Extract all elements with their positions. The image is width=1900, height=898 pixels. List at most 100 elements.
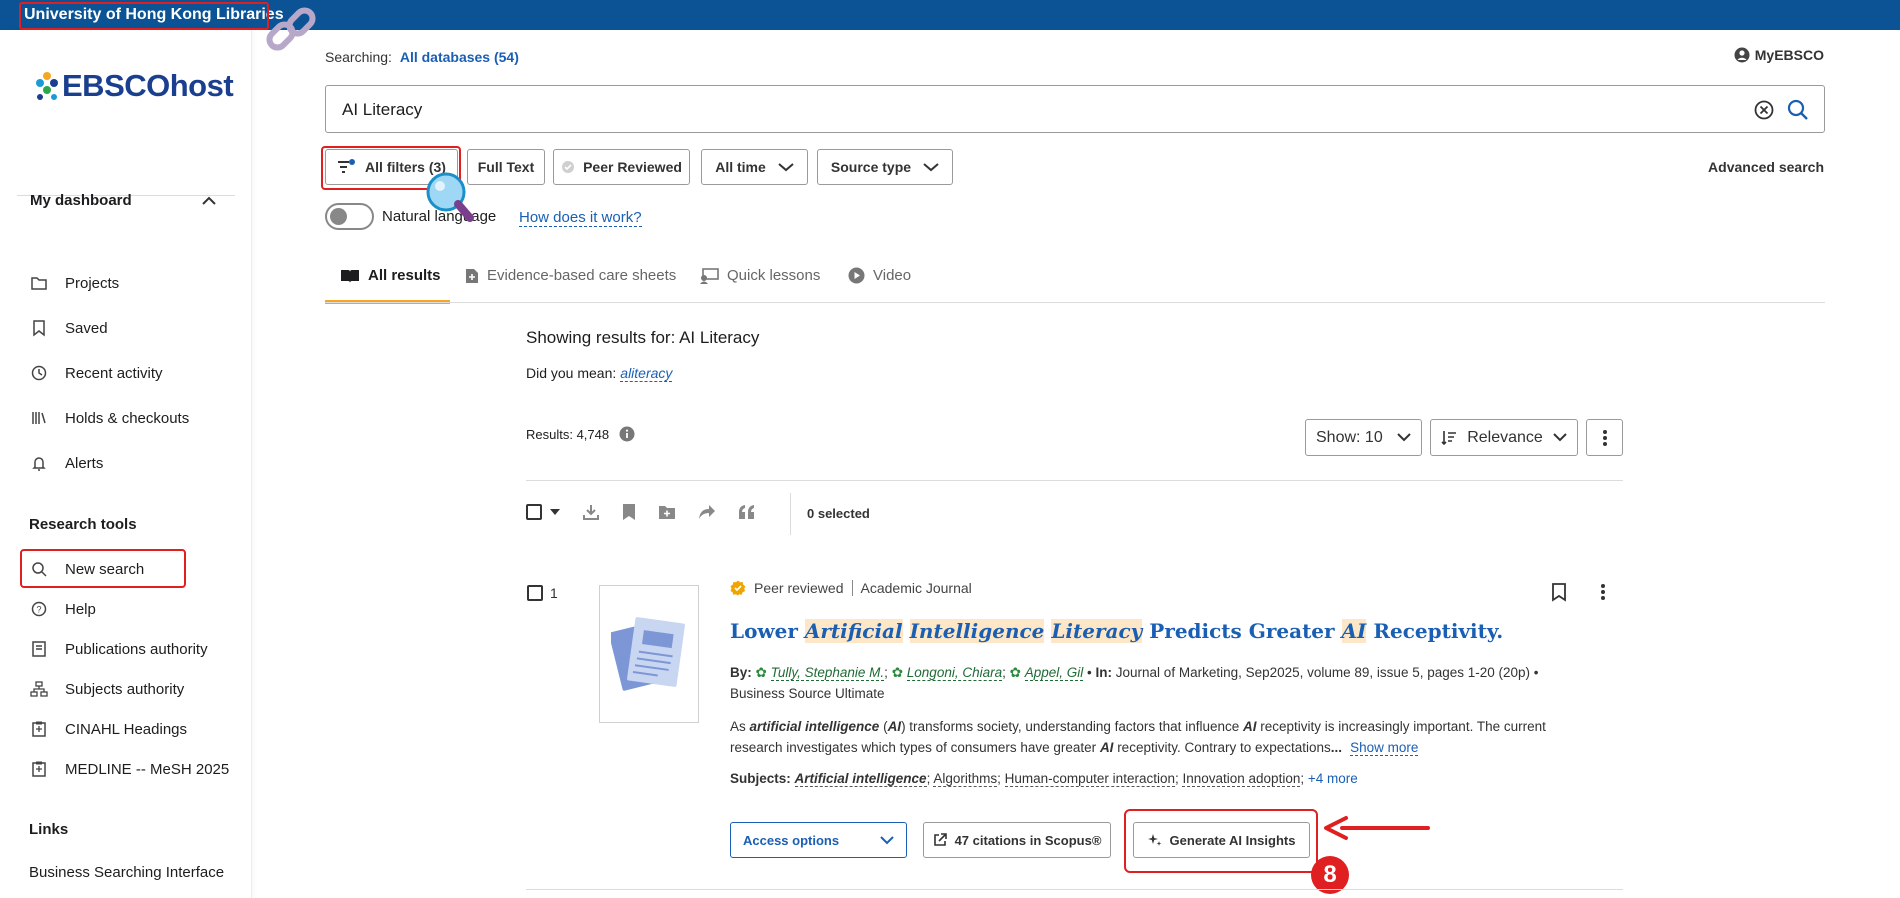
source-type-dropdown[interactable]: Source type [817, 149, 953, 185]
clear-icon[interactable] [1754, 100, 1774, 120]
folder-add-icon[interactable] [658, 504, 676, 520]
title-highlight: Artificial [804, 619, 903, 643]
sidebar-item-label: MEDLINE -- MeSH 2025 [65, 760, 230, 778]
search-input[interactable]: AI Literacy [325, 85, 1825, 133]
show-count-label: Show: 10 [1316, 428, 1383, 446]
dashboard-header[interactable]: My dashboard [30, 192, 216, 209]
research-tools-title: Research tools [29, 516, 137, 533]
tab-video[interactable]: Video [848, 267, 911, 284]
sidebar-item-publications-authority[interactable]: Publications authority [30, 640, 208, 658]
highlight-box-generate-ai [1124, 809, 1318, 873]
title-text: Lower [730, 619, 805, 643]
record-byline: By: ✿ Tully, Stephanie M.; ✿ Longoni, Ch… [730, 665, 1539, 701]
title-highlight: AI [1341, 619, 1367, 643]
sidebar-item-medline-mesh[interactable]: MEDLINE -- MeSH 2025 [30, 760, 229, 778]
natural-language-toggle[interactable] [325, 203, 374, 230]
scopus-citations-button[interactable]: 47 citations in Scopus® [923, 822, 1111, 858]
sidebar-item-recent-activity[interactable]: Recent activity [30, 364, 163, 382]
subject-link[interactable]: Artificial intelligence [794, 771, 927, 787]
lesson-icon [700, 267, 719, 284]
share-icon[interactable] [698, 504, 716, 520]
in-label: In: [1095, 665, 1113, 680]
info-icon[interactable] [619, 426, 635, 442]
record-checkbox[interactable] [527, 585, 543, 601]
tab-evidence-based-care-sheets[interactable]: Evidence-based care sheets [465, 267, 676, 284]
tab-quick-lessons[interactable]: Quick lessons [699, 267, 820, 284]
svg-text:?: ? [36, 605, 41, 615]
all-time-dropdown[interactable]: All time [701, 149, 808, 185]
access-options-button[interactable]: Access options [730, 822, 907, 858]
advanced-search-link[interactable]: Advanced search [1708, 159, 1824, 175]
sidebar-item-label: Saved [65, 319, 108, 337]
link-chain-icon [266, 7, 316, 51]
sort-icon [1441, 430, 1456, 445]
title-text: Receptivity. [1366, 619, 1504, 643]
selected-count: 0 selected [807, 506, 870, 521]
sidebar-item-holds[interactable]: Holds & checkouts [30, 409, 189, 427]
show-count-select[interactable]: Show: 10 [1305, 419, 1422, 456]
publication-icon [32, 641, 46, 657]
sort-select[interactable]: Relevance [1430, 419, 1578, 456]
how-does-it-work-link[interactable]: How does it work? [519, 209, 642, 227]
sidebar-item-cinahl-headings[interactable]: CINAHL Headings [30, 720, 187, 738]
pointer-arrow-icon [1324, 816, 1430, 840]
record-thumbnail[interactable] [599, 585, 699, 723]
ebscohost-logo[interactable]: EBSCOhost [36, 68, 234, 104]
sidebar-item-alerts[interactable]: Alerts [30, 454, 103, 472]
sort-label: Relevance [1467, 428, 1543, 446]
chevron-down-icon [923, 163, 939, 172]
bell-icon [32, 457, 46, 471]
select-all-checkbox[interactable] [526, 504, 542, 520]
sidebar-link-business-searching[interactable]: Business Searching Interface [29, 864, 224, 881]
search-icon[interactable] [1786, 98, 1810, 122]
subject-link[interactable]: Innovation adoption [1182, 771, 1301, 787]
did-you-mean-label: Did you mean: [526, 365, 617, 381]
record-divider [526, 889, 1623, 890]
record-subjects: Subjects: Artificial intelligence; Algor… [730, 771, 1358, 787]
title-highlight: Intelligence [909, 619, 1045, 643]
sidebar-item-label: Publications authority [65, 640, 208, 658]
sidebar-item-label: Help [65, 600, 96, 618]
bookmark-icon[interactable] [1551, 582, 1567, 602]
abstract-text: As [730, 719, 750, 734]
author-link[interactable]: Longoni, Chiara [906, 665, 1003, 681]
download-icon[interactable] [582, 503, 600, 521]
quote-icon[interactable] [738, 504, 756, 520]
myebsco-button[interactable]: MyEBSCO [1734, 47, 1824, 63]
sidebar-item-subjects-authority[interactable]: Subjects authority [30, 680, 184, 698]
peer-reviewed-badge-icon [730, 580, 746, 596]
sidebar-item-projects[interactable]: Projects [30, 274, 119, 292]
logo-text: EBSCOhost [62, 68, 234, 103]
sidebar-item-label: Projects [65, 274, 120, 292]
peer-reviewed-label: Peer reviewed [754, 580, 844, 596]
abstract-text: ) transforms society, understanding fact… [901, 719, 1243, 734]
record-meta: Peer reviewed Academic Journal [730, 580, 972, 596]
more-subjects-link[interactable]: +4 more [1308, 771, 1358, 786]
author-link[interactable]: Tully, Stephanie M. [770, 665, 885, 681]
subject-link[interactable]: Algorithms [933, 771, 998, 787]
sidebar-item-saved[interactable]: Saved [30, 319, 108, 337]
all-time-label: All time [715, 159, 766, 175]
kebab-icon[interactable] [1593, 582, 1613, 602]
peer-reviewed-label: Peer Reviewed [583, 159, 682, 175]
author-link[interactable]: Appel, Gil [1024, 665, 1084, 681]
tab-all-results[interactable]: All results [340, 267, 441, 284]
show-more-link[interactable]: Show more [1350, 740, 1419, 756]
did-you-mean-suggestion[interactable]: aliteracy [620, 365, 673, 382]
sidebar-item-help[interactable]: ? Help [30, 600, 96, 618]
peer-reviewed-chip[interactable]: Peer Reviewed [553, 149, 690, 185]
subject-link[interactable]: Human-computer interaction [1004, 771, 1175, 787]
bookmark-icon[interactable] [622, 503, 636, 521]
sidebar-item-label: Alerts [65, 454, 104, 472]
databases-link[interactable]: All databases (54) [400, 49, 519, 65]
document-icon [611, 617, 685, 691]
clipboard-icon [32, 721, 46, 737]
title-text [903, 619, 910, 643]
record-title[interactable]: Lower Artificial Intelligence Literacy P… [730, 619, 1503, 643]
folder-icon [31, 277, 47, 290]
more-options-button[interactable] [1586, 419, 1623, 456]
caret-down-icon[interactable] [550, 509, 560, 515]
chevron-down-icon [1553, 433, 1567, 442]
abstract-text: receptivity. Contrary to expectations [1113, 740, 1331, 755]
by-label: By: [730, 665, 752, 680]
